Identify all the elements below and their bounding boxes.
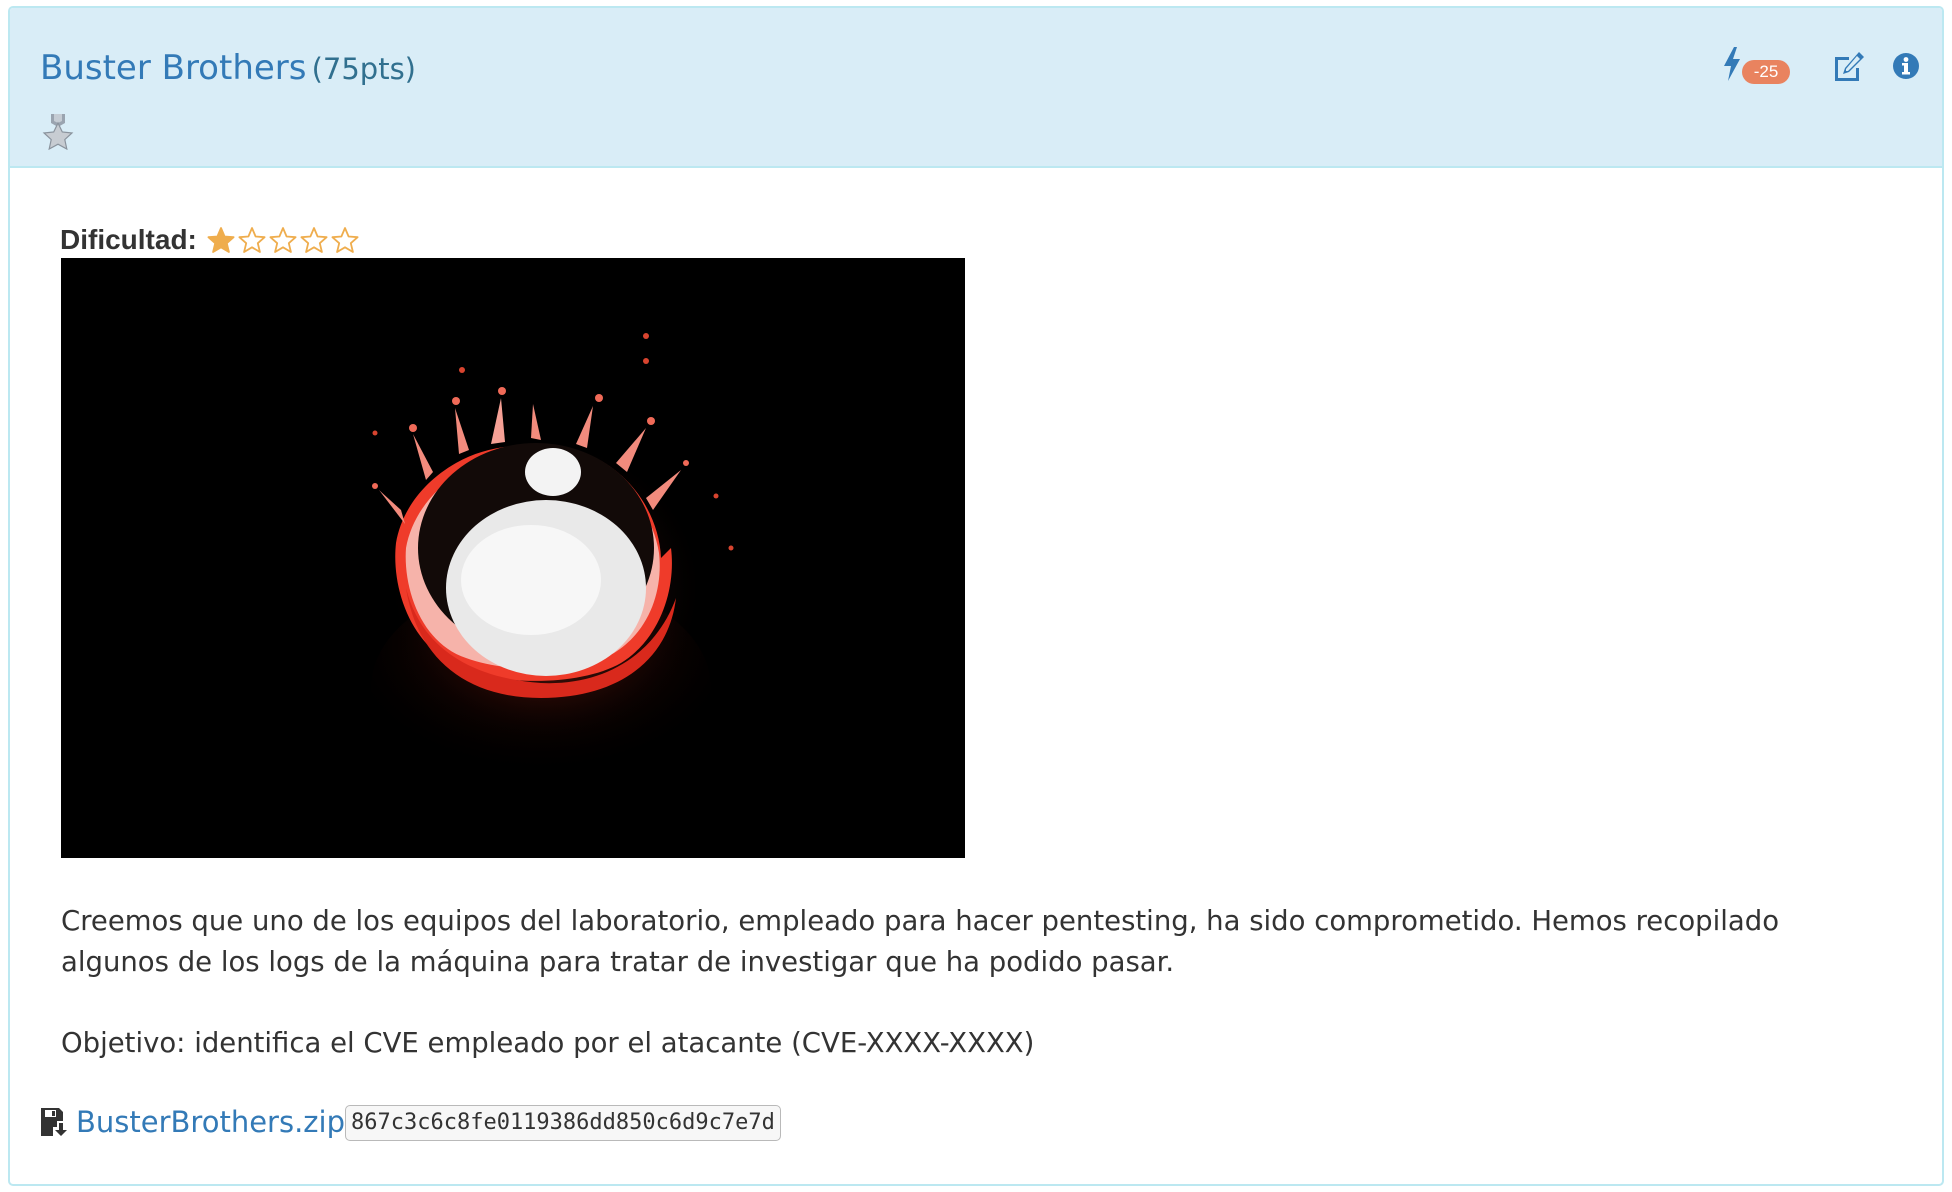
milk-splash-image bbox=[61, 258, 965, 858]
penalty-badge: -25 bbox=[1742, 60, 1790, 84]
file-download-link[interactable]: BusterBrothers.zip bbox=[76, 1105, 345, 1139]
penalty-indicator[interactable]: -25 bbox=[1722, 46, 1802, 90]
edit-icon[interactable] bbox=[1832, 50, 1866, 82]
challenge-title[interactable]: Buster Brothers bbox=[40, 48, 306, 88]
info-icon[interactable] bbox=[1892, 52, 1920, 80]
star-empty-icon bbox=[269, 227, 297, 253]
challenge-image bbox=[61, 258, 965, 858]
objective-paragraph: Objetivo: identifica el CVE empleado por… bbox=[61, 1027, 1035, 1059]
file-hash: 867c3c6c8fe0119386dd850c6d9c7e7d bbox=[345, 1105, 781, 1141]
challenge-header: Buster Brothers (75pts) -25 bbox=[10, 8, 1942, 168]
difficulty-label: Dificultad: bbox=[60, 224, 197, 255]
star-filled-icon bbox=[207, 227, 235, 253]
star-empty-icon bbox=[331, 227, 359, 253]
challenge-panel: Buster Brothers (75pts) -25 Dificultad: … bbox=[8, 6, 1944, 1186]
star-empty-icon bbox=[300, 227, 328, 253]
download-file-icon bbox=[41, 1108, 67, 1136]
bolt-icon bbox=[1724, 47, 1740, 81]
difficulty-stars bbox=[206, 226, 361, 254]
description-paragraph: Creemos que uno de los equipos del labor… bbox=[61, 905, 1780, 978]
title-row: Buster Brothers (75pts) bbox=[40, 48, 416, 88]
medal-star-icon bbox=[42, 114, 74, 150]
star-empty-icon bbox=[238, 227, 266, 253]
challenge-description: Creemos que uno de los equipos del labor… bbox=[61, 901, 1861, 1064]
challenge-points: (75pts) bbox=[311, 52, 416, 86]
